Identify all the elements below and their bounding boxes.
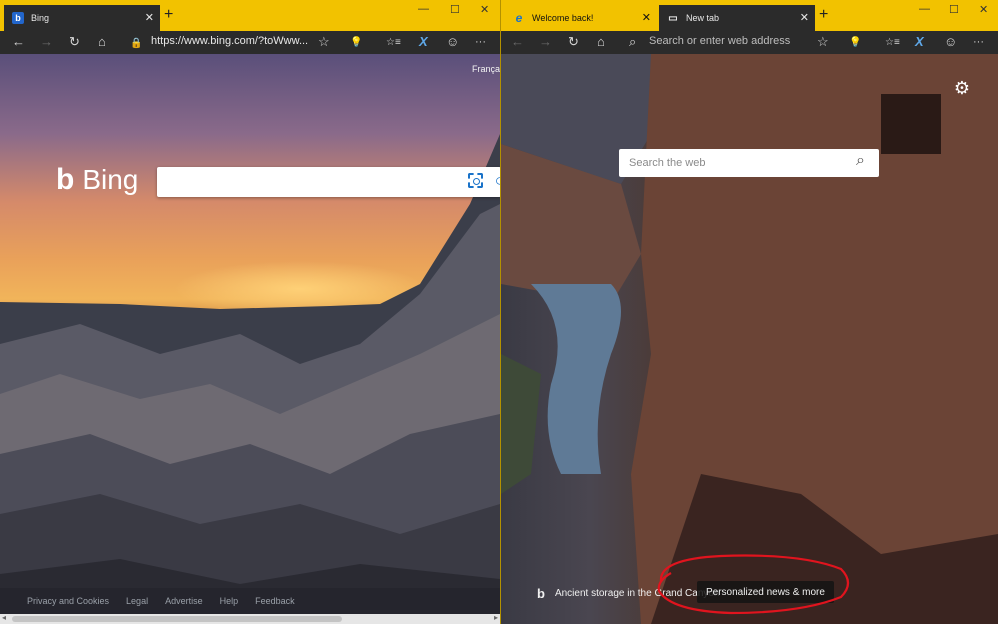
language-link[interactable]: França (472, 64, 500, 74)
address-bar[interactable]: Search or enter web address (649, 35, 790, 47)
badlands-landscape-image (0, 134, 500, 624)
right-browser-window: e Welcome back! ✕ ▭ New tab ✕ + — ☐ ✕ ← … (501, 0, 998, 624)
favorite-star-icon[interactable]: ☆ (817, 34, 829, 50)
bing-b-icon: b (56, 163, 75, 196)
bing-wordmark: Bing (82, 164, 139, 195)
scroll-right-arrow-icon[interactable]: ▸ (494, 613, 498, 622)
close-window-button[interactable]: ✕ (979, 3, 988, 16)
tab-new-tab[interactable]: ▭ New tab ✕ (659, 5, 815, 31)
refresh-button[interactable]: ↻ (69, 34, 80, 50)
gear-icon[interactable]: ⚙ (954, 78, 970, 99)
extension-icon[interactable]: X (915, 34, 924, 50)
address-bar[interactable]: https://www.bing.com/?toWww... (151, 35, 308, 47)
grand-canyon-background-image (501, 54, 998, 624)
new-tab-page: ⚙ Search the web ⌕ b Ancient storage in … (501, 54, 998, 624)
sunset-badlands-background-image (0, 54, 500, 624)
bing-logo: b Bing (56, 163, 138, 197)
favorites-hub-icon[interactable]: ☆≡ (386, 35, 401, 51)
red-highlight-circle-annotation (657, 554, 850, 615)
minimize-button[interactable]: — (919, 3, 930, 15)
navigation-toolbar: ← → ↻ ⌂ 🔒 https://www.bing.com/?toWww...… (0, 31, 500, 54)
refresh-button[interactable]: ↻ (568, 34, 579, 50)
web-search-input[interactable]: Search the web ⌕ (619, 149, 879, 177)
canyon-landscape-image (501, 54, 998, 624)
tab-welcome-back[interactable]: e Welcome back! ✕ (505, 5, 657, 31)
minimize-button[interactable]: — (418, 3, 429, 15)
tab-title: New tab (686, 13, 720, 23)
lightbulb-icon[interactable]: 💡 (350, 35, 362, 51)
visual-search-camera-icon[interactable] (468, 173, 483, 188)
feedback-smiley-icon[interactable]: ☺ (944, 34, 957, 50)
navigation-toolbar: ← → ↻ ⌂ ⌕ Search or enter web address ☆ … (501, 31, 998, 54)
tab-title: Bing (31, 13, 50, 23)
footer-link-advertise[interactable]: Advertise (165, 596, 203, 606)
lightbulb-icon[interactable]: 💡 (849, 35, 861, 51)
bing-b-icon: b (537, 586, 545, 601)
more-menu-icon[interactable]: ··· (973, 34, 984, 50)
footer-link-feedback[interactable]: Feedback (255, 596, 295, 606)
favorites-hub-icon[interactable]: ☆≡ (885, 35, 900, 51)
search-icon[interactable]: ○ (495, 171, 500, 191)
maximize-button[interactable]: ☐ (949, 3, 959, 16)
feedback-smiley-icon[interactable]: ☺ (446, 34, 459, 50)
back-button[interactable]: ← (511, 34, 524, 50)
search-icon[interactable]: ⌕ (856, 152, 865, 170)
forward-button[interactable]: → (40, 34, 53, 50)
footer-link-legal[interactable]: Legal (126, 596, 148, 606)
bing-homepage: França b Bing ○ Privacy and Cookies Lega… (0, 54, 500, 624)
more-menu-icon[interactable]: ··· (475, 34, 486, 50)
scroll-left-arrow-icon[interactable]: ◂ (2, 613, 6, 622)
new-tab-button[interactable]: + (819, 6, 828, 24)
left-browser-window: b Bing ✕ + — ☐ ✕ ← → ↻ ⌂ 🔒 https://www.b… (0, 0, 501, 624)
lock-icon: 🔒 (130, 38, 143, 49)
back-button[interactable]: ← (12, 34, 25, 50)
forward-button[interactable]: → (539, 34, 552, 50)
bing-footer: Privacy and Cookies Legal Advertise Help… (0, 588, 500, 614)
close-tab-icon[interactable]: ✕ (145, 11, 154, 24)
edge-favicon-icon: e (515, 11, 523, 25)
new-tab-page-icon: ▭ (668, 12, 678, 24)
extension-icon[interactable]: X (419, 34, 428, 50)
close-tab-icon[interactable]: ✕ (800, 11, 809, 24)
home-button[interactable]: ⌂ (98, 34, 106, 50)
tab-title: Welcome back! (532, 13, 594, 23)
home-button[interactable]: ⌂ (597, 34, 605, 50)
maximize-button[interactable]: ☐ (450, 3, 460, 16)
tab-strip: b Bing ✕ + — ☐ ✕ (0, 0, 500, 31)
scrollbar-thumb[interactable] (12, 616, 342, 622)
horizontal-scrollbar[interactable]: ◂ ▸ (0, 613, 500, 624)
close-tab-icon[interactable]: ✕ (642, 11, 651, 24)
bing-favicon-icon: b (12, 12, 24, 24)
favorite-star-icon[interactable]: ☆ (318, 34, 330, 50)
footer-link-privacy[interactable]: Privacy and Cookies (27, 596, 109, 606)
close-window-button[interactable]: ✕ (480, 3, 489, 16)
new-tab-button[interactable]: + (164, 6, 173, 24)
search-icon: ⌕ (629, 34, 637, 49)
bing-search-input[interactable]: ○ (157, 167, 500, 197)
tab-bing[interactable]: b Bing ✕ (4, 5, 160, 31)
tab-strip: e Welcome back! ✕ ▭ New tab ✕ + — ☐ ✕ (501, 0, 998, 31)
footer-link-help[interactable]: Help (220, 596, 239, 606)
search-placeholder: Search the web (629, 157, 706, 169)
